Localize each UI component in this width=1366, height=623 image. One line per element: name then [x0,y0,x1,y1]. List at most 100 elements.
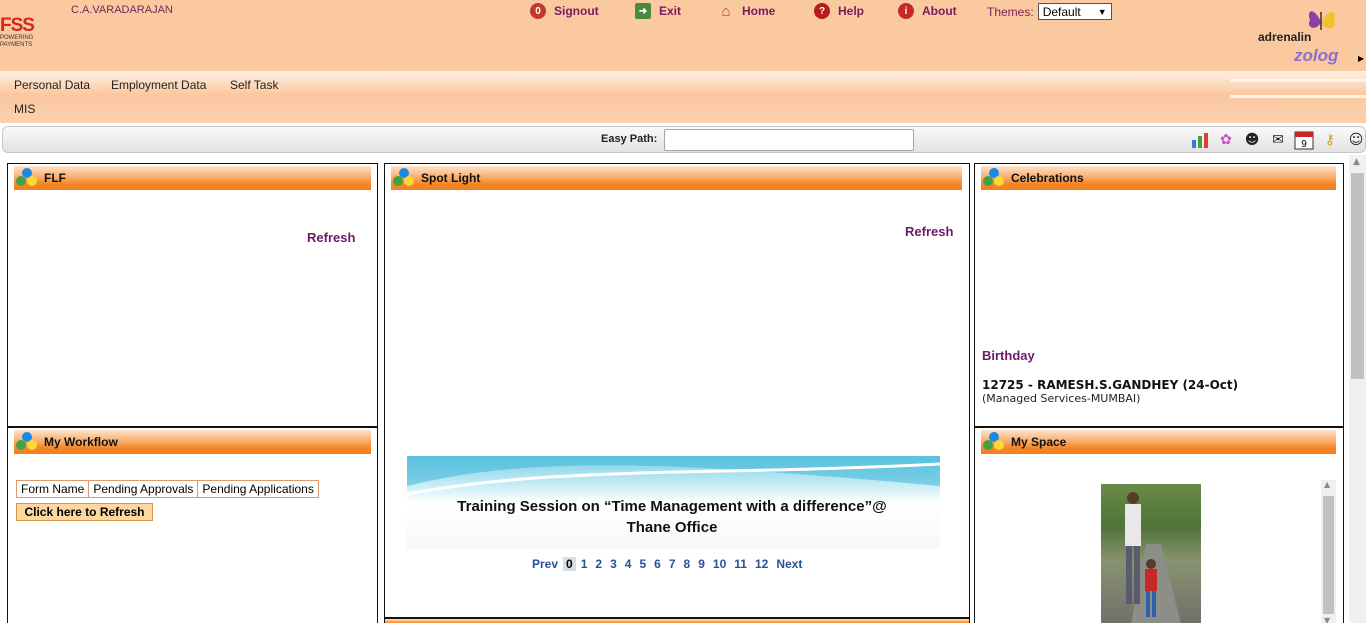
pager-page[interactable]: 1 [578,557,591,571]
pager-page[interactable]: 11 [731,557,750,571]
logo-text: FSS [0,15,35,36]
myspace-panel: My Space ▲ ▼ [974,427,1344,623]
pager-page[interactable]: 9 [695,557,708,571]
scroll-up-icon[interactable]: ▲ [1353,157,1360,167]
app-header: FSS POWERING PAYMENTS C.A.VARADARAJAN 0 … [0,0,1366,71]
expand-right-icon[interactable]: ▶ [1358,54,1364,63]
profile-photo [1101,484,1201,623]
help-link[interactable]: ? Help [814,2,864,20]
pager-prev[interactable]: Prev [529,557,561,571]
spotlight-pager: Prev 0 1 2 3 4 5 6 7 8 9 10 11 12 Next [529,557,805,571]
flf-panel-header: FLF [14,166,371,190]
about-link[interactable]: i About [898,2,957,20]
celebrations-panel: Celebrations Birthday 12725 - RAMESH.S.G… [974,163,1344,427]
menu-divider [1230,79,1366,82]
easy-path-label: Easy Path: [601,133,658,145]
menu-item-employment-data[interactable]: Employment Data [111,78,206,92]
menu-item-self-task[interactable]: Self Task [230,78,278,92]
panel-cubes-icon [983,432,1005,452]
theme-select[interactable]: Default ▼ [1037,3,1112,20]
help-label: Help [838,4,865,18]
workflow-title: My Workflow [44,435,118,449]
help-person-icon[interactable]: ☻ [1241,130,1263,150]
page-scrollbar[interactable]: ▲ [1349,155,1366,623]
flf-title: FLF [44,171,66,185]
main-menu: Personal Data Employment Data Self Task … [0,71,1366,123]
panel-cubes-icon [16,432,38,452]
pager-next[interactable]: Next [773,557,805,571]
exit-label: Exit [659,4,682,18]
celebrations-title: Celebrations [1011,171,1084,185]
birthday-heading: Birthday [982,348,1035,363]
workflow-table-header: Form Name Pending Approvals Pending Appl… [16,480,319,498]
brand-bottom-text: zolog [1294,46,1339,65]
column-pending-approvals: Pending Approvals [89,481,199,497]
spotlight-title: Spot Light [421,171,481,185]
panel-cubes-icon [16,168,38,188]
signout-link[interactable]: 0 Signout [530,2,599,20]
pager-page[interactable]: 7 [666,557,679,571]
easy-path-input[interactable] [664,129,914,151]
myspace-scrollbar[interactable]: ▲ ▼ [1321,480,1336,623]
pager-page[interactable]: 8 [681,557,694,571]
scroll-up-icon[interactable]: ▲ [1324,480,1330,489]
pager-page[interactable]: 5 [636,557,649,571]
calendar-day: 9 [1301,139,1307,150]
spotlight-panel-header: Spot Light [391,166,962,190]
home-link[interactable]: ⌂ Home [718,2,775,20]
logo-tagline: POWERING PAYMENTS [0,35,34,48]
menu-divider [1230,95,1366,98]
workflow-refresh-button[interactable]: Click here to Refresh [16,503,153,521]
easy-path-bar: Easy Path: ✿ ☻ ✉ 9 ⚷ ☺ [2,126,1366,153]
calendar-icon[interactable]: 9 [1293,130,1315,150]
banner-line-1: Training Session on “Time Management wit… [457,498,887,515]
column-pending-applications: Pending Applications [202,482,314,496]
home-label: Home [742,4,776,18]
spotlight-panel: Spot Light Refresh Training Session on “… [384,163,970,618]
pager-page[interactable]: 3 [607,557,620,571]
celebrations-panel-header: Celebrations [981,166,1336,190]
adrenalin-brand-logo: adrenalin zolog [1258,4,1366,66]
fss-logo: FSS POWERING PAYMENTS [0,16,46,54]
myspace-panel-header: My Space [981,430,1336,454]
menu-item-personal-data[interactable]: Personal Data [14,78,90,92]
workflow-panel: My Workflow Form Name Pending Approvals … [7,427,378,623]
gear-icon[interactable]: ✿ [1215,130,1237,150]
next-panel-header-edge [384,618,970,623]
panel-cubes-icon [983,168,1005,188]
pager-page[interactable]: 10 [710,557,729,571]
panel-cubes-icon [393,168,415,188]
banner-text: Training Session on “Time Management wit… [407,496,937,538]
pager-page[interactable]: 6 [651,557,664,571]
banner-wave [407,456,940,496]
spotlight-refresh-link[interactable]: Refresh [905,224,953,239]
pager-page[interactable]: 4 [622,557,635,571]
myspace-title: My Space [1011,435,1067,449]
user-icon[interactable]: ☺ [1345,130,1366,150]
spotlight-banner[interactable]: Training Session on “Time Management wit… [407,456,940,549]
flf-refresh-link[interactable]: Refresh [307,230,355,245]
flf-panel: FLF Refresh [7,163,378,427]
user-name: C.A.VARADARAJAN [71,4,173,16]
mail-icon[interactable]: ✉ [1267,130,1289,150]
workflow-panel-header: My Workflow [14,430,371,454]
pager-page[interactable]: 0 [563,557,576,571]
chart-icon[interactable] [1189,130,1211,150]
quick-tools: ✿ ☻ ✉ 9 ⚷ ☺ [1189,130,1366,150]
birthday-department: (Managed Services-MUMBAI) [982,392,1141,405]
pager-page[interactable]: 12 [752,557,771,571]
exit-link[interactable]: ➜ Exit [635,2,681,20]
myspace-scroll-thumb[interactable] [1323,496,1334,614]
signout-label: Signout [554,4,599,18]
chevron-down-icon: ▼ [1097,6,1107,17]
banner-line-2: Thane Office [626,519,718,536]
brand-top-text: adrenalin [1258,30,1312,44]
exit-icon: ➜ [635,3,651,19]
menu-item-mis[interactable]: MIS [14,102,35,116]
column-form-name: Form Name [17,481,90,497]
page-scroll-thumb[interactable] [1351,173,1364,379]
scroll-down-icon[interactable]: ▼ [1324,616,1330,623]
key-icon[interactable]: ⚷ [1319,130,1341,150]
pager-page[interactable]: 2 [592,557,605,571]
help-icon: ? [814,3,830,19]
